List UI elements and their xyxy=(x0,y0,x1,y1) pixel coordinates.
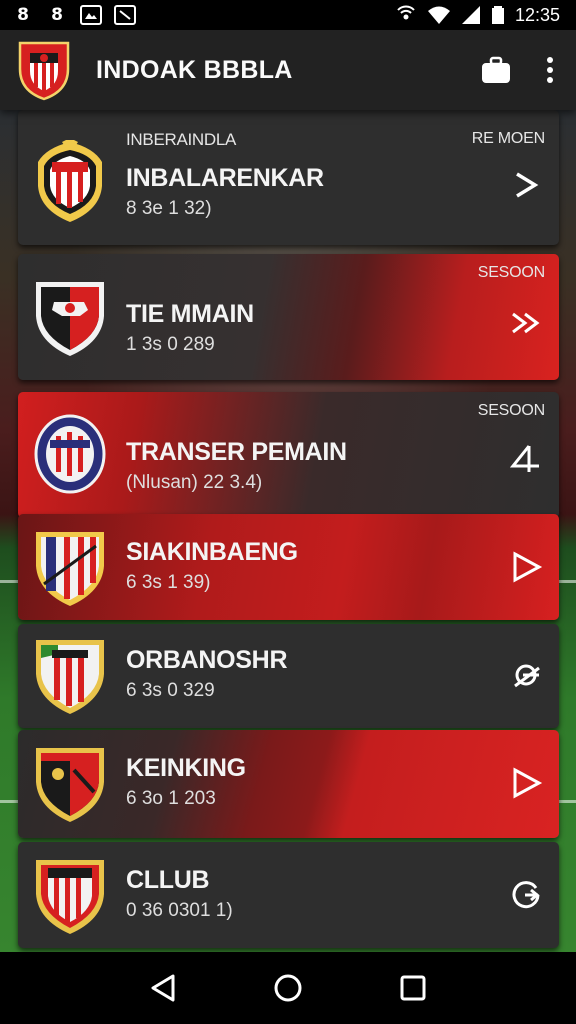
clock: 12:35 xyxy=(514,4,560,25)
card-title: ORBANOSHR xyxy=(126,646,288,674)
card-title: INBALARENKAR xyxy=(126,164,324,192)
list-item[interactable]: CLLUB 0 36 0301 1) xyxy=(18,842,559,948)
list-item[interactable]: KEINKING 6 3o 1 203 xyxy=(18,730,559,838)
chevron-right-icon[interactable] xyxy=(509,168,543,202)
list-item[interactable]: INBERAINDLA RE MOEN INBALARENKAR 8 3e 1 … xyxy=(18,110,559,245)
wifi-icon xyxy=(427,6,450,24)
card-title: TRANSER PEMAIN xyxy=(126,438,347,466)
list-item[interactable]: ORBANOSHR 6 3s 0 329 xyxy=(18,624,559,728)
battery-icon xyxy=(491,6,504,24)
play-outline-icon[interactable] xyxy=(509,766,543,800)
card-tag: SESOON xyxy=(477,264,545,281)
app-bar: INDOAK BBBLA xyxy=(0,30,576,110)
card-subtitle: 8 3e 1 32) xyxy=(126,198,212,219)
g-arrow-icon[interactable] xyxy=(509,878,543,912)
app-title: INDOAK BBBLA xyxy=(96,55,293,84)
club-crest-icon xyxy=(34,414,106,494)
notification-icon-s: 8 xyxy=(17,5,29,25)
back-button[interactable] xyxy=(143,968,183,1008)
club-crest-icon xyxy=(36,640,104,714)
card-title: TIE MMAIN xyxy=(126,300,254,328)
club-crest-icon xyxy=(36,860,104,934)
card-subtitle: 6 3s 1 39) xyxy=(126,572,211,593)
signal-icon xyxy=(461,6,480,24)
card-subtitle: 0 36 0301 1) xyxy=(126,900,233,921)
list-item[interactable]: SESOON TIE MMAIN 1 3s 0 289 xyxy=(18,254,559,380)
screen: 8 8 12:35 INDOAK BBBLA INBERAINDLA RE MO… xyxy=(0,0,576,1024)
card-overline: INBERAINDLA xyxy=(126,130,237,149)
club-crest-icon xyxy=(36,532,104,606)
briefcase-icon xyxy=(482,56,510,83)
card-tag: RE MOEN xyxy=(471,130,545,147)
navigation-bar xyxy=(0,952,576,1024)
double-chevron-icon[interactable] xyxy=(509,306,543,340)
briefcase-button[interactable] xyxy=(476,50,516,90)
link-icon[interactable] xyxy=(509,658,543,692)
notification-icon-image xyxy=(80,5,102,25)
more-options-button[interactable] xyxy=(540,50,560,90)
recents-button[interactable] xyxy=(393,968,433,1008)
card-subtitle: 6 3o 1 203 xyxy=(126,788,216,809)
list-item[interactable]: SIAKINBAENG 6 3s 1 39) xyxy=(18,514,559,620)
list-item[interactable]: SESOON TRANSER PEMAIN (Nlusan) 22 3.4) xyxy=(18,392,559,518)
hotspot-icon xyxy=(397,5,415,20)
back-icon xyxy=(151,974,175,1002)
club-crest-icon[interactable] xyxy=(16,39,72,101)
card-subtitle: 1 3s 0 289 xyxy=(126,334,215,355)
recents-icon xyxy=(400,975,426,1001)
club-crest-icon xyxy=(38,140,102,222)
four-icon[interactable] xyxy=(509,442,543,476)
home-button[interactable] xyxy=(268,968,308,1008)
club-crest-icon xyxy=(36,282,104,356)
club-crest-icon xyxy=(36,748,104,822)
notification-icon-8: 8 xyxy=(51,5,63,25)
home-icon xyxy=(274,974,302,1002)
notification-icon-photo xyxy=(114,5,136,25)
card-title: SIAKINBAENG xyxy=(126,538,298,566)
status-bar: 8 8 12:35 xyxy=(0,0,576,30)
card-title: KEINKING xyxy=(126,754,246,782)
play-outline-icon[interactable] xyxy=(509,550,543,584)
card-title: CLLUB xyxy=(126,866,210,894)
card-subtitle: (Nlusan) 22 3.4) xyxy=(126,472,263,493)
card-tag: SESOON xyxy=(477,402,545,419)
more-vert-icon xyxy=(547,57,553,63)
card-subtitle: 6 3s 0 329 xyxy=(126,680,215,701)
